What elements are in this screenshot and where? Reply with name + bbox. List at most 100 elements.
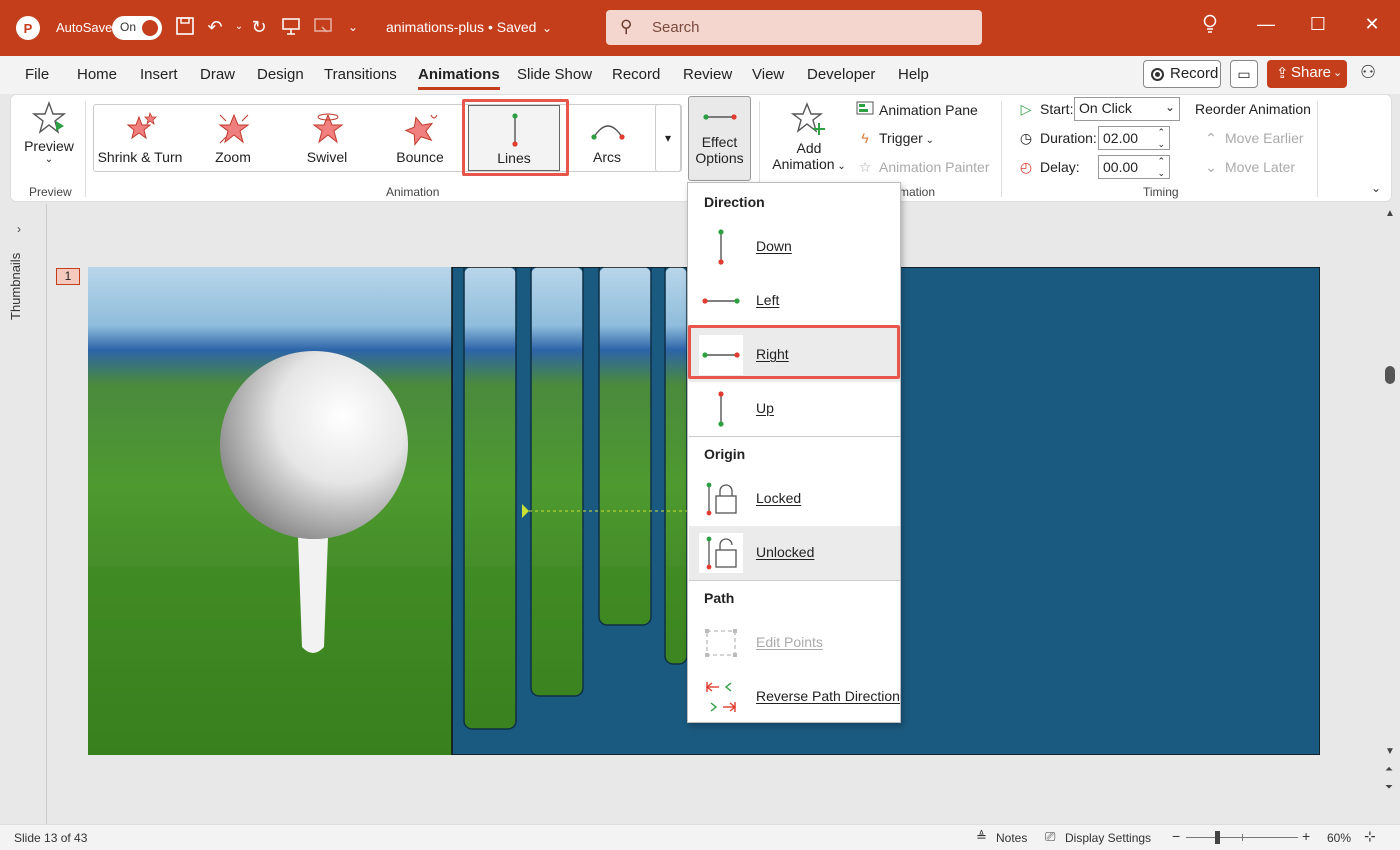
redo-icon[interactable]: ↻: [248, 16, 270, 38]
undo-icon[interactable]: ↶: [204, 16, 226, 38]
autosave-toggle[interactable]: On: [112, 16, 162, 40]
direction-up-icon: [718, 391, 724, 427]
move-earlier-button[interactable]: ⌃ Move Earlier: [1201, 130, 1304, 147]
group-label-advanced: mation: [899, 185, 936, 199]
zoom-icon: [218, 113, 250, 144]
comments-button[interactable]: ▭: [1230, 60, 1258, 88]
gallery-bounce[interactable]: Bounce: [375, 105, 465, 171]
delay-input[interactable]: 00.00 ⌃ ⌄: [1098, 155, 1170, 179]
fit-to-window-icon[interactable]: ⊹: [1364, 828, 1376, 845]
next-slide-icon[interactable]: ⏷: [1385, 782, 1393, 793]
path-header: Path: [704, 590, 735, 606]
trigger-button[interactable]: ϟ Trigger ⌄: [855, 130, 934, 146]
share-button[interactable]: ⇪ Share ⌄: [1267, 60, 1347, 88]
clock-icon: ◷: [1019, 130, 1033, 146]
direction-up-item[interactable]: Up: [689, 382, 900, 436]
minimize-icon[interactable]: —: [1254, 14, 1278, 40]
start-select[interactable]: On Click ⌄: [1074, 97, 1180, 121]
gallery-shrink-turn[interactable]: Shrink & Turn: [95, 105, 185, 171]
scroll-thumb[interactable]: [1385, 366, 1395, 384]
gallery-label: Arcs: [593, 149, 621, 165]
duration-input[interactable]: 02.00 ⌃ ⌄: [1098, 126, 1170, 150]
preview-button[interactable]: Preview ⌄: [23, 99, 75, 175]
zoom-out-icon[interactable]: −: [1172, 828, 1180, 844]
tab-slide-show[interactable]: Slide Show: [517, 66, 592, 83]
tab-animations[interactable]: Animations: [418, 66, 500, 90]
scroll-up-icon[interactable]: ▲: [1385, 208, 1395, 219]
close-icon[interactable]: ✕: [1360, 14, 1384, 40]
animation-painter-button[interactable]: ☆ Animation Painter: [855, 159, 990, 176]
direction-down-label: Down: [756, 238, 792, 254]
notes-button[interactable]: Notes: [996, 831, 1027, 845]
group-label-animation: Animation: [386, 185, 440, 199]
duration-spinner-icon[interactable]: ⌃ ⌄: [1157, 126, 1165, 150]
notes-icon[interactable]: ≜: [976, 829, 987, 845]
record-label: Record: [1170, 65, 1219, 82]
shrink-turn-icon: [126, 111, 157, 140]
gallery-arcs[interactable]: Arcs: [562, 105, 652, 171]
zoom-in-icon[interactable]: +: [1302, 828, 1310, 844]
origin-unlocked-item[interactable]: Unlocked: [689, 526, 900, 580]
tab-help[interactable]: Help: [898, 66, 929, 83]
edit-points-item[interactable]: Edit Points: [689, 616, 900, 670]
effect-options-button[interactable]: Effect Options: [688, 96, 751, 181]
tab-review[interactable]: Review: [683, 66, 732, 83]
edit-points-icon: [705, 629, 737, 657]
zoom-level[interactable]: 60%: [1327, 831, 1351, 845]
gallery-swivel[interactable]: Swivel: [282, 105, 372, 171]
zoom-slider-thumb[interactable]: [1215, 831, 1220, 844]
gallery-zoom[interactable]: Zoom: [188, 105, 278, 171]
trigger-icon: ϟ: [861, 130, 869, 146]
tab-design[interactable]: Design: [257, 66, 304, 83]
arcs-icon: [591, 125, 625, 140]
direction-down-icon: [718, 229, 724, 265]
save-icon[interactable]: [174, 16, 196, 38]
document-title[interactable]: animations-plus • Saved: [386, 19, 536, 35]
tab-view[interactable]: View: [752, 66, 784, 83]
delay-value: 00.00: [1103, 159, 1139, 175]
thumbnails-label[interactable]: Thumbnails: [8, 253, 23, 320]
group-label-timing: Timing: [1143, 185, 1179, 199]
zoom-slider[interactable]: [1186, 831, 1298, 844]
animation-order-badge[interactable]: 1: [56, 268, 80, 285]
reverse-path-item[interactable]: Reverse Path Direction: [689, 670, 900, 724]
move-later-button[interactable]: ⌄ Move Later: [1201, 159, 1295, 176]
tab-insert[interactable]: Insert: [140, 66, 178, 83]
vertical-scrollbar[interactable]: ▲ ▼ ⏶ ⏷: [1382, 204, 1400, 824]
delay-spinner-icon[interactable]: ⌃ ⌄: [1157, 155, 1165, 179]
gallery-more-button[interactable]: ▾: [655, 104, 681, 172]
display-settings-icon[interactable]: ⎚: [1045, 829, 1055, 845]
search-box[interactable]: ⚲ Search: [606, 10, 982, 45]
coauthor-icon[interactable]: ⚇: [1360, 62, 1376, 83]
origin-locked-item[interactable]: Locked: [689, 472, 900, 526]
menu-bar: File Home Insert Draw Design Transitions…: [0, 56, 1400, 94]
gallery-label: Zoom: [215, 149, 251, 165]
maximize-icon[interactable]: ☐: [1306, 14, 1330, 40]
slideshow-icon[interactable]: [312, 16, 334, 38]
tab-draw[interactable]: Draw: [200, 66, 235, 83]
animation-pane-button[interactable]: Animation Pane: [855, 101, 978, 118]
lightbulb-icon[interactable]: [1198, 14, 1222, 40]
previous-slide-icon[interactable]: ⏶: [1385, 764, 1393, 775]
customize-toolbar-icon[interactable]: ⌄: [342, 16, 364, 38]
duration-label-text: Duration:: [1040, 130, 1097, 146]
add-animation-button[interactable]: Add Animation ⌄: [769, 101, 849, 175]
title-chevron-icon[interactable]: ⌄: [536, 17, 558, 39]
undo-dropdown-icon[interactable]: ⌄: [228, 16, 250, 38]
move-earlier-label: Move Earlier: [1225, 130, 1304, 146]
tab-transitions[interactable]: Transitions: [324, 66, 397, 83]
tab-home[interactable]: Home: [77, 66, 117, 83]
duration-label: ◷ Duration:: [1016, 130, 1097, 147]
tab-record[interactable]: Record: [612, 66, 660, 83]
present-icon[interactable]: [280, 16, 302, 38]
tab-file[interactable]: File: [25, 66, 49, 83]
record-button[interactable]: Record: [1143, 60, 1221, 88]
direction-left-item[interactable]: Left: [689, 274, 900, 328]
direction-down-item[interactable]: Down: [689, 220, 900, 274]
group-label-preview: Preview: [29, 185, 72, 199]
tab-developer[interactable]: Developer: [807, 66, 875, 83]
collapse-ribbon-icon[interactable]: ⌄: [1371, 181, 1381, 195]
expand-thumbnails-icon[interactable]: ›: [17, 222, 21, 236]
scroll-down-icon[interactable]: ▼: [1385, 746, 1395, 757]
display-settings-button[interactable]: Display Settings: [1065, 831, 1151, 845]
